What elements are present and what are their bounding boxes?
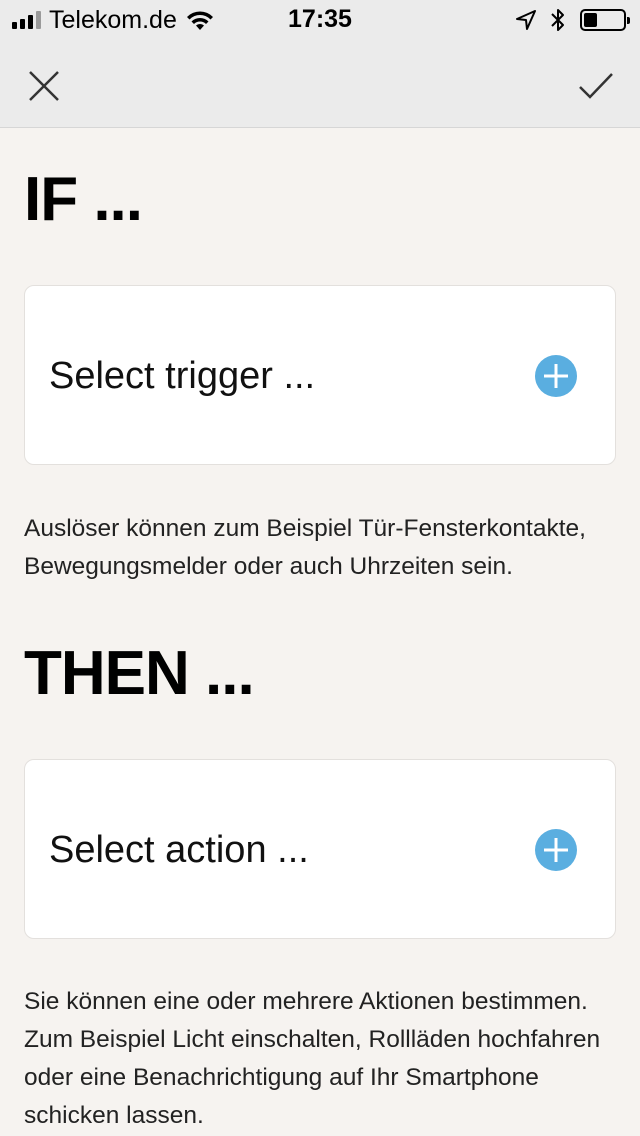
select-action-card[interactable]: Select action ...: [24, 759, 616, 939]
add-trigger-button[interactable]: [535, 355, 577, 397]
plus-circle-icon: [535, 355, 577, 397]
add-action-button[interactable]: [535, 829, 577, 871]
status-icons: [516, 7, 630, 33]
close-button[interactable]: [24, 66, 64, 106]
battery-fill: [584, 13, 597, 27]
checkmark-icon: [579, 73, 613, 99]
select-action-label: Select action ...: [49, 828, 309, 871]
then-title: THEN ...: [24, 639, 255, 708]
select-trigger-label: Select trigger ...: [49, 354, 316, 397]
bluetooth-icon: [551, 9, 564, 31]
action-hint: Sie können eine oder mehrere Aktionen be…: [24, 988, 601, 1129]
confirm-button[interactable]: [576, 66, 616, 106]
trigger-hint: Auslöser können zum Beispiel Tür-Fenster…: [24, 515, 586, 580]
status-bar: Telekom.de 17:35: [0, 0, 640, 40]
plus-circle-icon: [535, 829, 577, 871]
battery-icon: [580, 9, 630, 31]
location-arrow-icon: [516, 10, 536, 30]
close-icon: [29, 71, 59, 101]
if-title: IF ...: [24, 165, 143, 234]
select-trigger-card[interactable]: Select trigger ...: [24, 285, 616, 465]
nav-bar: [0, 40, 640, 128]
